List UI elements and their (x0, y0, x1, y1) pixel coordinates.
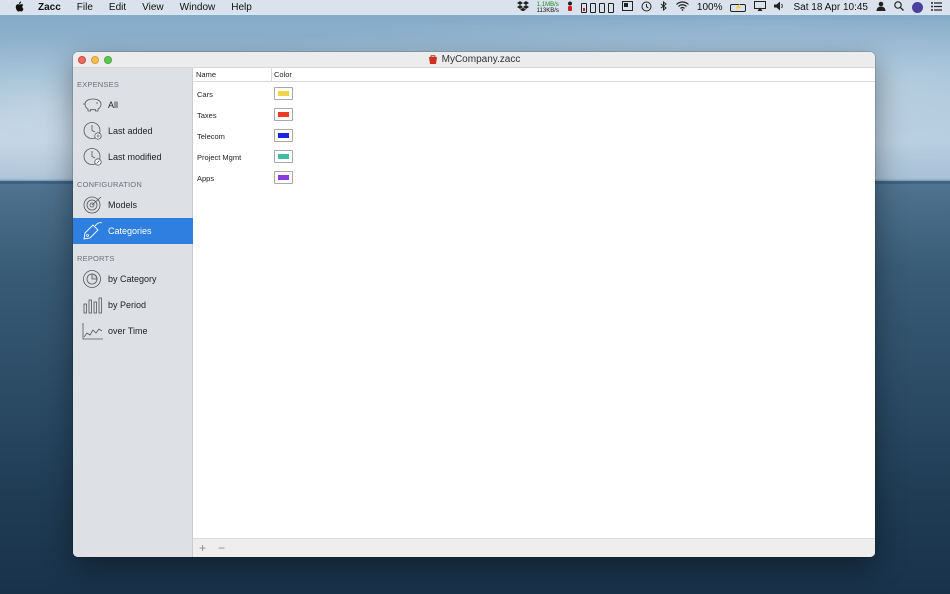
bar-chart-icon (83, 297, 102, 314)
window-title: MyCompany.zacc (73, 54, 875, 65)
table-row[interactable]: Taxes (193, 104, 875, 125)
color-swatch (278, 91, 289, 96)
color-well[interactable] (274, 171, 293, 184)
table-bottom-bar: + − (193, 538, 875, 557)
category-name: Telecom (197, 132, 225, 141)
sidebar-item-last-modified[interactable]: Last modified (73, 144, 193, 170)
color-swatch (278, 175, 289, 180)
color-swatch (278, 133, 289, 138)
table-row[interactable]: Project Mgmt (193, 146, 875, 167)
sidebar-item-categories[interactable]: Categories (73, 218, 193, 244)
window-title-text: MyCompany.zacc (441, 54, 521, 65)
piggy-bank-icon (83, 98, 102, 112)
sidebar-item-label: All (108, 100, 119, 110)
clock-add-icon (83, 122, 102, 140)
clock-edit-icon (83, 148, 102, 166)
sidebar-item-label: over Time (108, 326, 148, 336)
user-icon[interactable] (876, 1, 886, 14)
network-download-rate: 113KB/s (536, 7, 559, 14)
table-row[interactable]: Telecom (193, 125, 875, 146)
window-titlebar[interactable]: MyCompany.zacc (73, 52, 875, 68)
sidebar-item-over-time[interactable]: over Time (73, 318, 193, 344)
sidebar-section-expenses: EXPENSES (77, 80, 120, 89)
column-divider[interactable] (271, 68, 272, 82)
volume-icon[interactable] (774, 1, 785, 14)
network-upload-rate: 1,1MB/s (536, 1, 559, 8)
line-chart-icon (82, 323, 103, 340)
sidebar-item-label: by Category (108, 274, 157, 284)
color-well[interactable] (274, 150, 293, 163)
status-area: 1,1MB/s 113KB/s 100% ⚡ Sat 18 Apr 10:45 (516, 0, 950, 15)
sidebar-item-label: Last added (108, 126, 153, 136)
sidebar: EXPENSES All Last added Last modified CO… (73, 52, 193, 557)
time-machine-icon[interactable] (641, 1, 652, 15)
pie-chart-icon (83, 270, 101, 288)
cpu-meter-icon (598, 2, 605, 13)
sidebar-item-label: by Period (108, 300, 147, 310)
color-well[interactable] (274, 129, 293, 142)
table-row[interactable]: Apps (193, 167, 875, 188)
category-name: Cars (197, 90, 213, 99)
clock-datetime[interactable]: Sat 18 Apr 10:45 (793, 2, 868, 13)
sidebar-item-all[interactable]: All (73, 92, 193, 118)
airplay-icon[interactable] (754, 1, 767, 14)
tag-icon (83, 222, 103, 240)
column-header-color[interactable]: Color (274, 70, 292, 79)
color-swatch (278, 112, 289, 117)
cpu-meter-icon (607, 2, 614, 13)
table-header: Name Color (193, 68, 875, 82)
cpu-meter-icon (580, 2, 587, 13)
cpu-meters[interactable] (580, 2, 614, 13)
sidebar-item-label: Last modified (108, 152, 162, 162)
document-icon (428, 54, 437, 64)
category-name: Taxes (197, 111, 217, 120)
add-category-button[interactable]: + (199, 542, 206, 554)
menu-bar: Zacc File Edit View Window Help 1,1MB/s … (0, 0, 950, 15)
sidebar-item-label: Models (108, 200, 138, 210)
network-monitor[interactable]: 1,1MB/s 113KB/s (537, 2, 559, 14)
categories-table: Name Color Cars Taxes Telecom Project Mg… (193, 68, 875, 557)
app-window: EXPENSES All Last added Last modified CO… (73, 52, 875, 557)
menu-window[interactable]: Window (172, 2, 224, 13)
apple-menu-icon[interactable] (0, 0, 38, 15)
siri-icon[interactable] (912, 2, 923, 13)
color-well[interactable] (274, 108, 293, 121)
sidebar-item-models[interactable]: Models (73, 192, 193, 218)
target-icon (83, 196, 102, 214)
category-name: Project Mgmt (197, 153, 242, 162)
menu-file[interactable]: File (69, 2, 101, 13)
bluetooth-icon[interactable] (660, 0, 668, 14)
app-menu[interactable]: Zacc (38, 2, 69, 13)
sidebar-item-by-period[interactable]: by Period (73, 292, 193, 318)
sidebar-item-last-added[interactable]: Last added (73, 118, 193, 144)
battery-icon[interactable]: ⚡ (730, 3, 747, 12)
menu-view[interactable]: View (134, 2, 172, 13)
menu-help[interactable]: Help (223, 2, 260, 13)
remove-category-button[interactable]: − (218, 542, 225, 554)
sidebar-section-configuration: CONFIGURATION (77, 180, 142, 189)
sidebar-section-reports: REPORTS (77, 254, 115, 263)
spotlight-search-icon[interactable] (894, 1, 904, 14)
wifi-icon[interactable] (675, 1, 689, 14)
sidebar-item-label: Categories (108, 226, 152, 236)
column-header-name[interactable]: Name (196, 70, 216, 79)
battery-percentage[interactable]: 100% (697, 2, 723, 13)
sidebar-item-by-category[interactable]: by Category (73, 266, 193, 292)
window-manager-icon[interactable] (621, 1, 633, 14)
table-row[interactable]: Cars (193, 83, 875, 104)
color-well[interactable] (274, 87, 293, 100)
memory-indicator-icon[interactable] (567, 1, 573, 14)
color-swatch (278, 154, 289, 159)
dropbox-icon[interactable] (516, 1, 529, 14)
category-name: Apps (197, 174, 215, 183)
menu-edit[interactable]: Edit (101, 2, 134, 13)
notification-center-icon[interactable] (931, 1, 942, 14)
cpu-meter-icon (589, 2, 596, 13)
